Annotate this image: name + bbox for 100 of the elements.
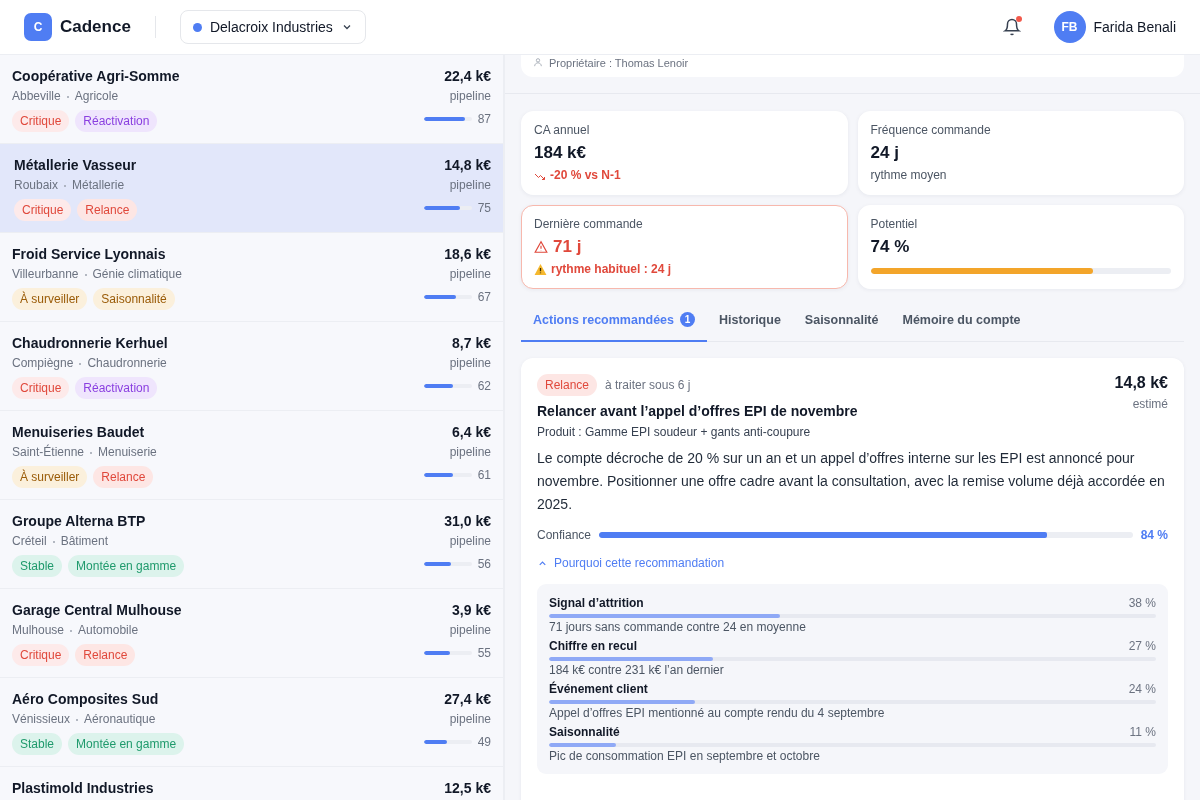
account-row[interactable]: Groupe Alterna BTP Créteil Bâtiment Stable Montée en gamme 31,0 k€ pipeline 56 [0,500,503,589]
pipeline-label: pipeline [449,623,491,638]
reason-detail: Appel d’offres EPI mentionné au compte rendu du 4 septembre [549,706,886,721]
reason-name: Chiffre en recul [549,639,638,654]
tab[interactable]: Mémoire du compte [890,303,1033,342]
tag: À surveiller [12,288,88,310]
status-dot [192,22,202,32]
account-row[interactable]: Froid Service Lyonnais Villeurbanne Génie climatique À surveiller Saisonnalité 18,6 k€ pipeline 67 [0,233,503,322]
tag: Stable [12,555,63,577]
estimated-amount: 14,8 k€ [1114,374,1168,392]
app-logo: C [24,13,52,41]
account-sector: Chaudronnerie [87,356,167,371]
reason-share: 27 % [1128,639,1156,654]
account-row[interactable]: Chaudronnerie Kerhuel Compiègne Chaudronnerie Critique Réactivation 8,7 k€ pipeline 62 [0,322,503,411]
tab[interactable]: Historique [707,303,793,342]
pipeline-amount: 12,5 k€ [444,779,491,797]
tag: Stable [12,733,63,755]
app-name: Cadence [60,17,131,37]
account-name: Chaudronnerie Kerhuel [12,334,168,352]
confidence-value: 84 % [1140,528,1168,542]
score-value: 87 [477,112,491,126]
account-name: Métallerie Vasseur [14,156,138,174]
pipeline-amount: 8,7 k€ [452,334,491,352]
account-sector: Bâtiment [60,534,109,549]
tag: Relance [93,466,154,488]
why-link[interactable]: Pourquoi cette recommandation [537,556,725,570]
metric-value: 74 % [870,237,910,257]
reason-share: 24 % [1128,682,1156,697]
account-name: Aéro Composites Sud [12,690,160,708]
pipeline-label: pipeline [449,712,491,727]
warning-icon [534,263,547,276]
account-sector: Agricole [74,89,119,104]
account-name: Groupe Alterna BTP [12,512,147,530]
account-city: Abbeville [12,89,61,104]
metric-value: 71 j [553,237,582,257]
score-value: 61 [477,468,491,482]
account-city: Créteil [12,534,47,549]
user-avatar[interactable]: FB [1053,11,1086,43]
organization-selector[interactable]: Delacroix Industries [179,10,366,44]
account-sector: Métallerie [72,178,125,193]
pipeline-amount: 14,8 k€ [444,156,491,174]
estimated-label: estimé [1131,397,1168,411]
account-row[interactable]: Aéro Composites Sud Vénissieux Aéronautique Stable Montée en gamme 27,4 k€ pipeline 49 [0,678,503,767]
pipeline-label: pipeline [449,356,491,371]
tag: À surveiller [12,466,88,488]
pipeline-label: pipeline [449,178,491,193]
tag: Relance [75,644,136,666]
score-value: 55 [477,646,491,660]
bell-icon [1002,18,1021,36]
tag: Critique [12,644,70,666]
score-value: 49 [477,735,491,749]
score-value: 56 [477,557,491,571]
account-name: Plastimold Industries [12,779,154,797]
tag: Relance [537,374,598,396]
metric-label: Potentiel [870,217,919,232]
tab[interactable]: Saisonnalité [792,303,891,342]
account-row[interactable]: Plastimold Industries 12,5 k€ [0,767,503,800]
reason-share: 11 % [1129,725,1156,740]
pipeline-amount: 27,4 k€ [444,690,491,708]
confidence-label: Confiance [537,528,592,542]
account-city: Mulhouse [12,623,65,638]
pipeline-amount: 31,0 k€ [444,512,491,530]
account-row[interactable]: Métallerie Vasseur Roubaix Métallerie Critique Relance 14,8 k€ pipeline 75 [0,144,503,233]
score-value: 75 [477,201,491,215]
reason-name: Signal d’attrition [549,596,644,611]
count-badge: 1 [680,312,696,327]
tag: Critique [12,110,70,132]
reason-name: Saisonnalité [549,725,620,740]
account-city: Roubaix [14,178,59,193]
user-name: Farida Benali [1093,19,1176,35]
account-sector: Automobile [78,623,139,638]
score-value: 67 [477,290,491,304]
person-icon [533,57,543,67]
account-sector: Aéronautique [84,712,156,727]
reason-detail: 71 jours sans commande contre 24 en moyenne [549,620,807,635]
pipeline-label: pipeline [449,534,491,549]
owner-text: Propriétaire : Thomas Lenoir [549,57,689,69]
tab[interactable]: Actions recommandées 1 [521,303,708,342]
metric-note: -20 % vs N-1 [550,168,621,183]
account-row[interactable]: Menuiseries Baudet Saint-Étienne Menuiserie À surveiller Relance 6,4 k€ pipeline 61 [0,411,503,500]
score-value: 62 [477,379,491,393]
metric-value: 184 k€ [534,143,586,163]
account-row[interactable]: Garage Central Mulhouse Mulhouse Automobile Critique Relance 3,9 k€ pipeline 55 [0,589,503,678]
pipeline-label: pipeline [449,445,491,460]
account-name: Froid Service Lyonnais [12,245,167,263]
tag: Montée en gamme [68,733,185,755]
reason-share: 38 % [1128,596,1156,611]
tag: Réactivation [75,110,158,132]
account-city: Saint-Étienne [12,445,85,460]
warning-icon [534,240,548,254]
metric-label: Dernière commande [534,217,644,232]
tag: Relance [77,199,138,221]
account-city: Vénissieux [12,712,71,727]
metric-value: 24 j [870,143,899,163]
reason-detail: Pic de consommation EPI en septembre et octobre [549,749,821,764]
reason-detail: 184 k€ contre 231 k€ l’an dernier [549,663,725,678]
pipeline-amount: 6,4 k€ [452,423,491,441]
product-text: Produit : Gamme EPI soudeur + gants anti-coupure [537,425,812,439]
account-sector: Menuiserie [98,445,157,460]
account-name: Menuiseries Baudet [12,423,146,441]
